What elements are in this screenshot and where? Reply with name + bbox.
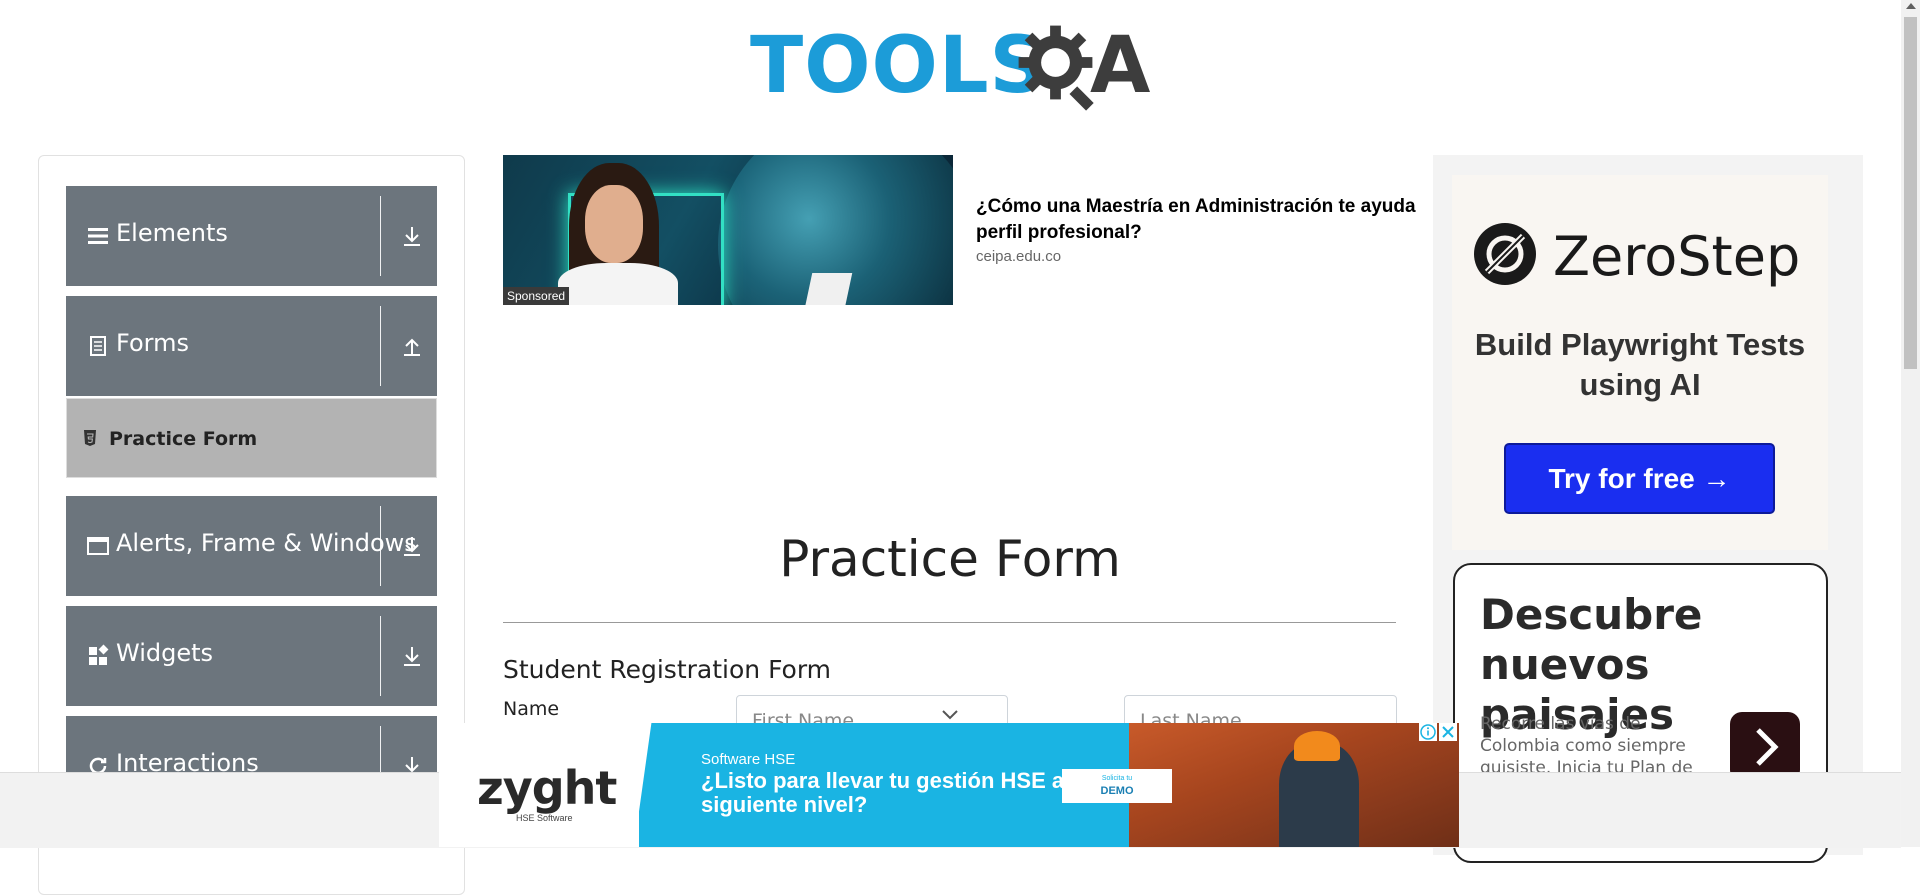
scrollbar-thumb[interactable] (1904, 17, 1917, 369)
zyght-logo: zyght (477, 761, 617, 815)
widgets-icon (89, 644, 109, 665)
sidebar-group-label: Elements (116, 219, 228, 247)
download-arrow-icon (404, 647, 420, 666)
toolsqa-logo[interactable]: TOOLS A (750, 18, 1155, 114)
sidebar-group-alerts-frame-windows[interactable]: Alerts, Frame & Windows (66, 496, 437, 596)
divider (380, 196, 381, 276)
name-label: Name (503, 698, 560, 720)
laptop-graphic (803, 273, 853, 305)
cta-small-text: Solicita tu (1101, 775, 1133, 782)
zyght-banner-ad[interactable]: zyght HSE Software Software HSE ¿Listo p… (439, 723, 1459, 847)
form-heading: Student Registration Form (503, 655, 832, 684)
sidebar-group-label: Forms (116, 329, 189, 357)
divider (380, 506, 381, 586)
sponsored-ad-image[interactable]: Sponsored (503, 155, 953, 305)
sidebar-item-practice-form[interactable]: Practice Form (66, 398, 437, 478)
sidebar-group-elements[interactable]: Elements (66, 186, 437, 286)
close-icon[interactable] (1439, 723, 1457, 741)
logo-text-end: A (1090, 21, 1151, 111)
html5-icon (84, 430, 96, 446)
helmet-graphic (1294, 731, 1340, 761)
zyght-logo-sub: HSE Software (516, 813, 573, 823)
sponsored-ad-title[interactable]: ¿Cómo una Maestría en Administración te … (976, 194, 1436, 246)
sponsored-ad-domain[interactable]: ceipa.edu.co (976, 248, 1061, 265)
banner-kicker: Software HSE (701, 751, 796, 768)
window-icon (87, 537, 109, 555)
banner-headline: ¿Listo para llevar tu gestión HSE al sig… (701, 768, 1071, 817)
sidebar-group-label: Alerts, Frame & Windows (116, 529, 417, 557)
ad-title-line2: perfil profesional? (976, 222, 1142, 243)
person-body (558, 263, 678, 305)
zerostep-logo-icon (1474, 223, 1536, 285)
cta-text: DEMO (1100, 785, 1134, 797)
person-face (585, 185, 643, 263)
zerostep-brand: ZeroStep (1553, 225, 1801, 288)
page-title: Practice Form (779, 530, 1121, 588)
logo-text: TOOLS (750, 21, 1047, 111)
document-icon (90, 336, 106, 356)
download-arrow-icon (404, 537, 420, 556)
ad-title-line1: ¿Cómo una Maestría en Administración te … (976, 196, 1416, 217)
divider (380, 616, 381, 696)
solicita-demo-button[interactable]: Solicita tu DEMO (1062, 769, 1172, 803)
sponsored-badge: Sponsored (503, 287, 570, 305)
zerostep-tagline: Build Playwright Tests using AI (1474, 327, 1806, 402)
hamburger-icon (88, 228, 108, 244)
sidebar-group-label: Widgets (116, 639, 214, 667)
sidebar-item-label: Practice Form (109, 428, 258, 450)
ad-info-icon[interactable] (1419, 723, 1437, 741)
title-divider (503, 622, 1396, 623)
try-for-free-button[interactable]: Try for free → (1504, 443, 1775, 514)
download-arrow-icon (404, 227, 420, 246)
sidebar-group-widgets[interactable]: Widgets (66, 606, 437, 706)
upload-arrow-icon (404, 338, 420, 356)
chevron-down-icon (942, 710, 958, 720)
divider (380, 306, 381, 386)
sidebar-group-forms[interactable]: Forms (66, 296, 437, 396)
scroll-up-arrow-icon[interactable] (1906, 3, 1916, 9)
